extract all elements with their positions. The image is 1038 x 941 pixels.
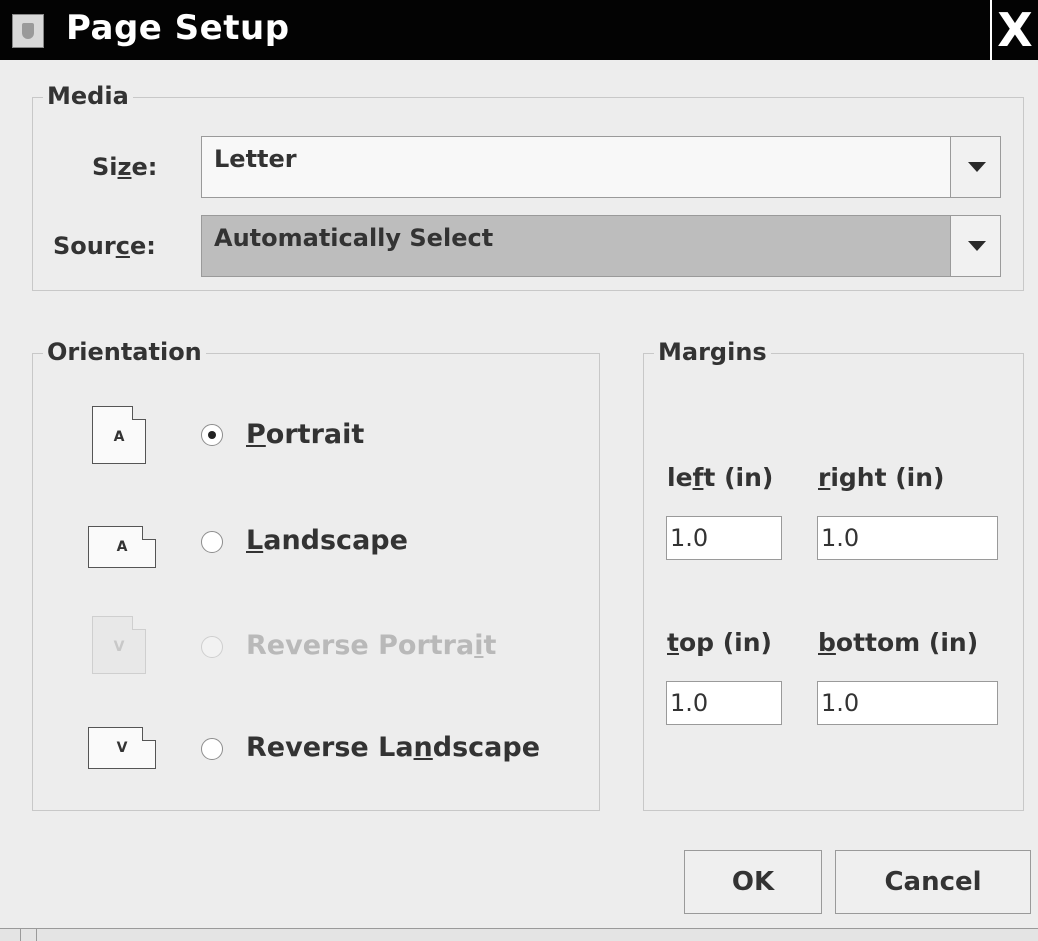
- orientation-group-title: Orientation: [43, 338, 206, 366]
- ok-button[interactable]: OK: [684, 850, 822, 914]
- window-title: Page Setup: [66, 8, 290, 48]
- source-combo-value: Automatically Select: [214, 224, 494, 252]
- right-margin-field[interactable]: 1.0: [817, 516, 998, 560]
- bottom-margin-label: bottom (in): [818, 628, 979, 657]
- source-label: Source:: [53, 232, 156, 260]
- window-bottom-edge: [0, 928, 1038, 941]
- portrait-page-icon: A: [92, 406, 146, 464]
- reverse-landscape-radio[interactable]: [201, 738, 223, 760]
- reverse-portrait-page-icon: V: [92, 616, 146, 674]
- bottom-margin-field[interactable]: 1.0: [817, 681, 998, 725]
- chevron-down-icon[interactable]: [950, 216, 1000, 276]
- reverse-landscape-page-icon: V: [88, 727, 156, 769]
- title-bar[interactable]: Page Setup X: [0, 0, 1038, 60]
- portrait-label[interactable]: Portrait: [246, 419, 364, 450]
- landscape-label[interactable]: Landscape: [246, 525, 408, 556]
- landscape-radio[interactable]: [201, 531, 223, 553]
- size-combo[interactable]: Letter: [201, 136, 1001, 198]
- java-app-icon: [12, 14, 44, 48]
- media-group-title: Media: [43, 82, 133, 110]
- left-margin-label: left (in): [667, 463, 774, 492]
- size-combo-value: Letter: [214, 145, 297, 173]
- chevron-down-icon[interactable]: [950, 137, 1000, 197]
- margins-group-title: Margins: [654, 338, 771, 366]
- right-margin-label: right (in): [818, 463, 945, 492]
- top-margin-label: top (in): [667, 628, 772, 657]
- size-label: Size:: [92, 153, 158, 181]
- reverse-portrait-radio: [201, 636, 223, 658]
- close-icon[interactable]: X: [992, 4, 1038, 56]
- left-margin-field[interactable]: 1.0: [666, 516, 782, 560]
- source-combo[interactable]: Automatically Select: [201, 215, 1001, 277]
- margins-group: Margins: [643, 338, 1024, 811]
- cancel-button[interactable]: Cancel: [835, 850, 1031, 914]
- reverse-landscape-label[interactable]: Reverse Landscape: [246, 732, 540, 763]
- reverse-portrait-label: Reverse Portrait: [246, 630, 497, 661]
- landscape-page-icon: A: [88, 526, 156, 568]
- top-margin-field[interactable]: 1.0: [666, 681, 782, 725]
- portrait-radio[interactable]: [201, 424, 223, 446]
- page-setup-dialog: Page Setup X Media Size: Letter Source: …: [0, 0, 1038, 941]
